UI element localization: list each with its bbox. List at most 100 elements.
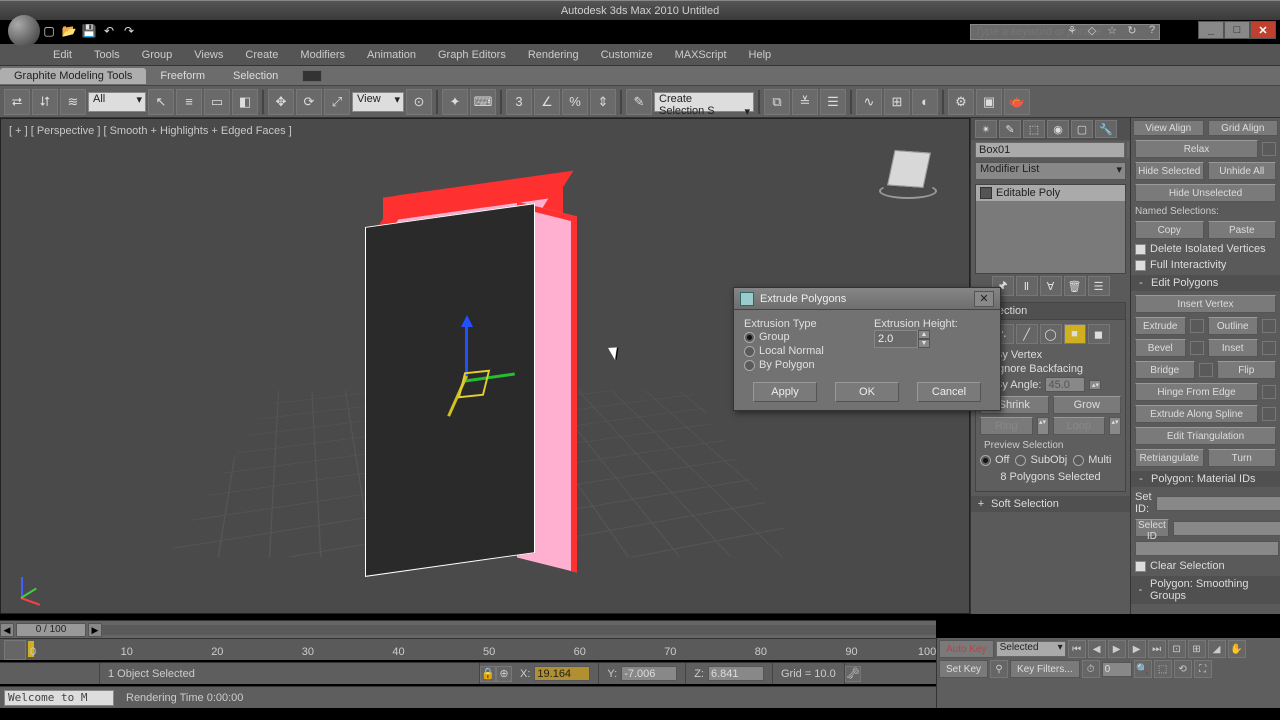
preview-off-radio[interactable]: Off [980, 453, 1009, 467]
bevel-settings-icon[interactable] [1190, 341, 1204, 355]
hide-selected-button[interactable]: Hide Selected [1135, 162, 1204, 180]
set-key-button[interactable]: Set Key [939, 660, 988, 678]
tab-graphite[interactable]: Graphite Modeling Tools [0, 68, 146, 84]
snap-toggle-icon[interactable]: 3 [506, 89, 532, 115]
create-tab-icon[interactable]: ✴ [975, 120, 997, 138]
time-config-icon[interactable]: ⏱ [1082, 660, 1100, 678]
menu-maxscript[interactable]: MAXScript [666, 46, 736, 64]
rendered-frame-icon[interactable]: ▣ [976, 89, 1002, 115]
angle-snap-icon[interactable]: ∠ [534, 89, 560, 115]
smoothing-groups-rollout[interactable]: -Polygon: Smoothing Groups [1131, 576, 1280, 604]
y-coord-input[interactable] [621, 666, 677, 681]
maxscript-listener[interactable]: Welcome to M [4, 690, 114, 706]
x-coord-input[interactable] [534, 666, 590, 681]
keyboard-shortcut-icon[interactable]: ⌨ [470, 89, 496, 115]
select-object-icon[interactable]: ↖ [148, 89, 174, 115]
menu-help[interactable]: Help [740, 46, 781, 64]
utilities-tab-icon[interactable]: 🔧 [1095, 120, 1117, 138]
relax-button[interactable]: Relax [1135, 140, 1258, 158]
menu-animation[interactable]: Animation [358, 46, 425, 64]
material-editor-icon[interactable]: ◐ [912, 89, 938, 115]
scale-icon[interactable]: ⤢ [324, 89, 350, 115]
menu-edit[interactable]: Edit [44, 46, 81, 64]
select-manipulate-icon[interactable]: ✦ [442, 89, 468, 115]
tab-freeform[interactable]: Freeform [146, 68, 219, 84]
schematic-view-icon[interactable]: ⊞ [884, 89, 910, 115]
goto-start-icon[interactable]: ⏮ [1068, 640, 1086, 658]
prev-frame-icon[interactable]: ◀ [1088, 640, 1106, 658]
render-setup-icon[interactable]: ⚙ [948, 89, 974, 115]
tab-selection[interactable]: Selection [219, 68, 292, 84]
extrusion-height-spinner[interactable]: ▲▼ [874, 330, 990, 348]
apply-button[interactable]: Apply [753, 382, 817, 402]
rotate-icon[interactable]: ⟳ [296, 89, 322, 115]
zoom-all-icon[interactable]: ⊞ [1188, 640, 1206, 658]
flip-button[interactable]: Flip [1217, 361, 1277, 379]
inset-button[interactable]: Inset [1208, 339, 1259, 357]
ref-coord-combo[interactable]: View [352, 92, 404, 112]
percent-snap-icon[interactable]: % [562, 89, 588, 115]
curve-editor-icon[interactable]: ∿ [856, 89, 882, 115]
key-filters-button[interactable]: Key Filters... [1010, 660, 1080, 678]
edit-tri-button[interactable]: Edit Triangulation [1135, 427, 1276, 445]
ribbon-expand-icon[interactable] [302, 70, 322, 82]
menu-create[interactable]: Create [236, 46, 287, 64]
soft-selection-rollout[interactable]: +Soft Selection [971, 496, 1130, 512]
object-name-input[interactable] [975, 142, 1125, 158]
select-id-button[interactable]: Select ID [1135, 519, 1169, 537]
modify-tab-icon[interactable]: ✎ [999, 120, 1021, 138]
unhide-all-button[interactable]: Unhide All [1208, 162, 1277, 180]
dialog-close-button[interactable]: ✕ [974, 291, 994, 307]
maximize-viewport-icon[interactable]: ⛶ [1194, 660, 1212, 678]
hinge-settings-icon[interactable] [1262, 385, 1276, 399]
subscription-icon[interactable]: ◇ [1084, 24, 1100, 37]
menu-group[interactable]: Group [133, 46, 182, 64]
render-icon[interactable]: 🫖 [1004, 89, 1030, 115]
insert-vertex-button[interactable]: Insert Vertex [1135, 295, 1276, 313]
menu-modifiers[interactable]: Modifiers [291, 46, 354, 64]
named-sel-combo[interactable]: Create Selection S [654, 92, 754, 112]
remove-modifier-icon[interactable]: 🗑 [1064, 276, 1086, 296]
app-icon[interactable] [8, 15, 40, 47]
play-icon[interactable]: ▶ [1108, 640, 1126, 658]
minimize-button[interactable]: _ [1198, 21, 1224, 39]
mesh-box01[interactable] [361, 179, 591, 579]
extrude-spline-button[interactable]: Extrude Along Spline [1135, 405, 1258, 423]
layers-icon[interactable]: ☰ [820, 89, 846, 115]
goto-end-icon[interactable]: ⏭ [1148, 640, 1166, 658]
radio-by-polygon[interactable]: By Polygon [744, 358, 860, 372]
edit-named-sel-icon[interactable]: ✎ [626, 89, 652, 115]
extrude-settings-icon[interactable] [1190, 319, 1204, 333]
copy-named-button[interactable]: Copy [1135, 221, 1204, 239]
border-subobj-icon[interactable]: ◯ [1040, 324, 1062, 344]
align-icon[interactable]: ≚ [792, 89, 818, 115]
ignore-backfacing-check[interactable]: Ignore Backfacing [980, 362, 1121, 376]
preview-multi-radio[interactable]: Multi [1073, 453, 1111, 467]
current-frame-input[interactable] [1102, 662, 1132, 677]
delete-isolated-check[interactable]: ✓Delete Isolated Vertices [1131, 241, 1280, 257]
paste-named-button[interactable]: Paste [1208, 221, 1277, 239]
extrusion-height-input[interactable] [874, 330, 918, 348]
cancel-button[interactable]: Cancel [917, 382, 981, 402]
bridge-settings-icon[interactable] [1199, 363, 1213, 377]
unlink-icon[interactable]: ⮃ [32, 89, 58, 115]
gizmo-z-axis[interactable] [465, 319, 468, 379]
show-end-result-icon[interactable]: Ⅱ [1016, 276, 1038, 296]
selection-filter-combo[interactable]: All [88, 92, 146, 112]
z-coord-input[interactable] [708, 666, 764, 681]
bind-space-warp-icon[interactable]: ≋ [60, 89, 86, 115]
zoom-extents-icon[interactable]: ⊡ [1168, 640, 1186, 658]
recent-icon[interactable]: ↻ [1124, 24, 1140, 37]
view-align-button[interactable]: View Align [1133, 120, 1204, 136]
by-angle-input[interactable] [1045, 377, 1085, 392]
spinner-snap-icon[interactable]: ⇕ [590, 89, 616, 115]
select-region-rect-icon[interactable]: ▭ [204, 89, 230, 115]
time-next-icon[interactable]: ▶ [88, 623, 102, 637]
configure-sets-icon[interactable]: ☰ [1088, 276, 1110, 296]
open-icon[interactable]: 📂 [60, 22, 78, 40]
grid-align-button[interactable]: Grid Align [1208, 120, 1279, 136]
selection-lock-icon[interactable]: 🔒 [480, 666, 496, 682]
grow-button[interactable]: Grow [1053, 396, 1122, 414]
use-pivot-icon[interactable]: ⊙ [406, 89, 432, 115]
material-ids-rollout[interactable]: -Polygon: Material IDs [1131, 471, 1280, 487]
